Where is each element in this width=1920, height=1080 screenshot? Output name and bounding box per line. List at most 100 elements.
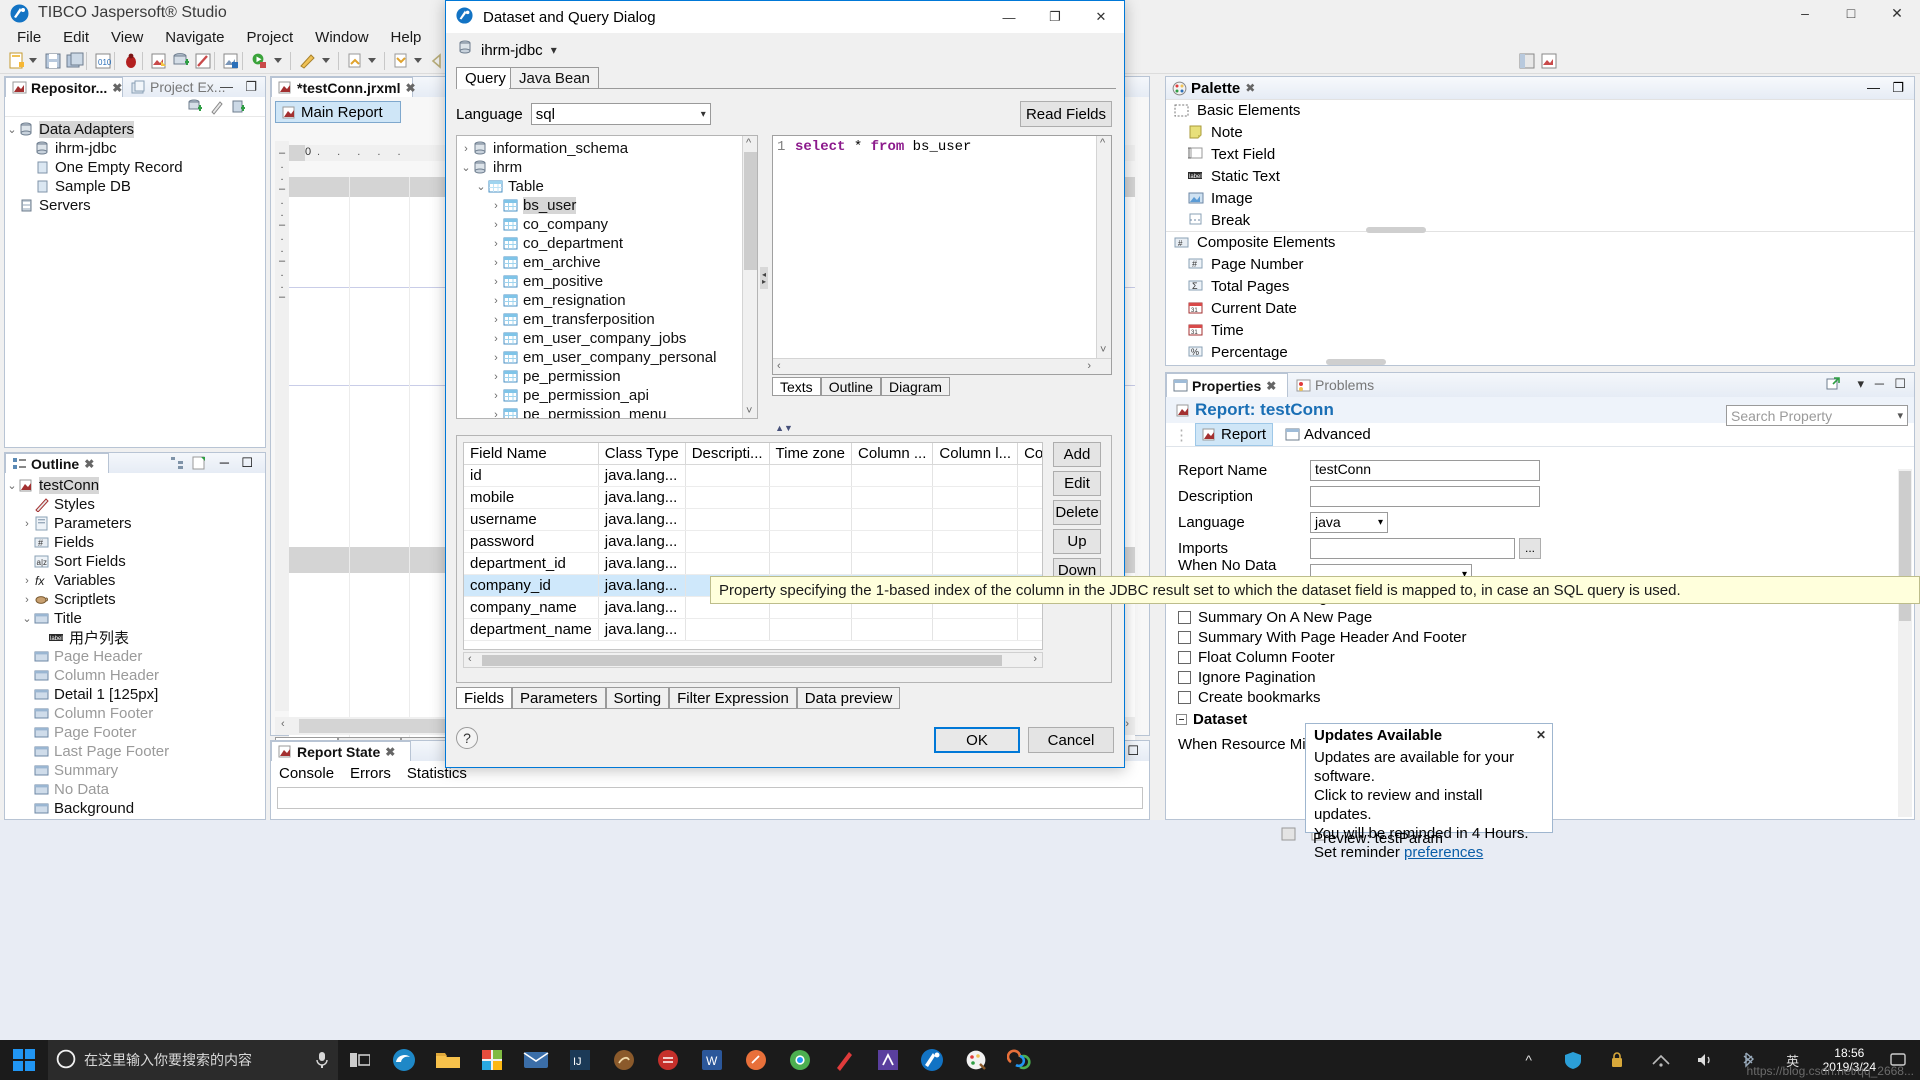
tree-node-co-department[interactable]: › co_department [459, 234, 757, 253]
menu-file[interactable]: File [6, 27, 52, 48]
scroll-left-icon[interactable]: ‹ [468, 653, 472, 665]
tree-node-information-schema[interactable]: › information_schema [459, 139, 757, 158]
palette-item-current-date[interactable]: 31 Current Date [1166, 297, 1914, 319]
add-button[interactable]: Add [1053, 442, 1101, 467]
column-header[interactable]: Class Type [598, 443, 686, 465]
chevron-down-icon[interactable]: ▾ [1897, 409, 1903, 422]
checkbox-box[interactable] [1178, 630, 1191, 644]
outline-tree[interactable]: ⌄ testConn Styles › Parameters # Fields a|z Sort… [5, 473, 265, 817]
collapse-icon[interactable] [1176, 713, 1187, 725]
maximize-view-button[interactable]: ❐ [1892, 80, 1904, 96]
twisty-icon[interactable]: ⌄ [459, 161, 473, 174]
inner-tab-advanced[interactable]: Advanced [1279, 424, 1377, 445]
save-icon[interactable] [44, 52, 62, 70]
palette-item-static-text[interactable]: label Static Text [1166, 165, 1914, 187]
scroll-right-icon[interactable]: › [1125, 718, 1129, 730]
minimize-button[interactable]: – [1782, 0, 1828, 26]
palette-scroll-handle-2[interactable] [1326, 359, 1386, 365]
tree-node-sample-db[interactable]: Sample DB [5, 177, 265, 196]
palette-item-percentage[interactable]: % Percentage [1166, 341, 1914, 363]
tab-filter-expression[interactable]: Filter Expression [669, 687, 797, 709]
search-input[interactable]: 在这里输入你要搜索的内容 [48, 1040, 338, 1080]
scroll-left-icon[interactable]: ‹ [777, 360, 781, 372]
tree-node-ihrm-jdbc[interactable]: ihrm-jdbc [5, 139, 265, 158]
tree-node-title[interactable]: ⌄ Title [5, 609, 265, 628]
palette-item-break[interactable]: Break [1166, 209, 1914, 231]
twisty-icon[interactable]: › [489, 333, 503, 345]
db-tree-panel[interactable]: › information_schema ⌄ ihrm ⌄ Table › bs_user › c… [456, 135, 758, 419]
tab-data-preview[interactable]: Data preview [796, 687, 901, 709]
cancel-button[interactable]: Cancel [1028, 727, 1114, 753]
back-arrow-icon[interactable] [428, 52, 446, 70]
shield-icon[interactable] [1551, 1040, 1595, 1080]
minimize-view-button[interactable]: — [220, 79, 233, 94]
palette-item-text-field[interactable]: Text Field [1166, 143, 1914, 165]
palette-item-time[interactable]: 31 Time [1166, 319, 1914, 341]
palette-category-composite-elements[interactable]: # Composite Elements [1166, 231, 1914, 253]
marker-icon[interactable] [298, 52, 316, 70]
menu-window[interactable]: Window [304, 27, 379, 48]
network-icon[interactable] [1639, 1040, 1683, 1080]
sql-hscrollbar[interactable]: ‹ › [773, 358, 1111, 374]
db-tree-vscrollbar[interactable]: ^ ˅ [742, 136, 757, 418]
tree-node-column-header[interactable]: Column Header [5, 666, 265, 685]
palette-scroll-handle[interactable] [1366, 227, 1426, 233]
twisty-icon[interactable]: ⌄ [474, 180, 488, 193]
tab-problems[interactable]: Problems [1290, 373, 1402, 397]
table-row[interactable]: idjava.lang...2 Pr [464, 464, 1042, 487]
twisty-icon[interactable]: › [20, 518, 34, 530]
checkbox-box[interactable] [1178, 690, 1191, 704]
column-header[interactable]: Column ... [851, 443, 934, 465]
close-button[interactable]: ✕ [1874, 0, 1920, 26]
edge-icon[interactable] [382, 1040, 426, 1080]
twisty-icon[interactable]: › [20, 575, 34, 587]
tree-node-em-resignation[interactable]: › em_resignation [459, 291, 757, 310]
mail-icon[interactable] [514, 1040, 558, 1080]
tree-node-detail-1-125px[interactable]: Detail 1 [125px] [5, 685, 265, 704]
checkbox-box[interactable] [1178, 610, 1191, 624]
debug-bug-icon[interactable] [122, 52, 140, 70]
tab-properties[interactable]: Properties ✖ [1166, 373, 1288, 397]
twisty-icon[interactable]: › [489, 409, 503, 419]
refresh-repository-icon[interactable] [231, 99, 247, 119]
store-icon[interactable] [470, 1040, 514, 1080]
file-explorer-icon[interactable] [426, 1040, 470, 1080]
compile-report-icon[interactable] [150, 52, 168, 70]
twisty-icon[interactable]: › [489, 371, 503, 383]
new-icon[interactable] [8, 52, 26, 70]
tree-node-column-footer[interactable]: Column Footer [5, 704, 265, 723]
jaspersoft-icon[interactable] [910, 1040, 954, 1080]
tree-node-em-transferposition[interactable]: › em_transferposition [459, 310, 757, 329]
close-icon[interactable]: ✕ [1536, 728, 1546, 742]
outline-hierarchy-icon[interactable] [170, 456, 185, 474]
tree-node-[interactable]: label 用户列表 [5, 628, 265, 647]
tree-node-parameters[interactable]: › Parameters [5, 514, 265, 533]
tree-node-one-empty-record[interactable]: One Empty Record [5, 158, 265, 177]
tree-node-bs-user[interactable]: › bs_user [459, 196, 757, 215]
twisty-icon[interactable]: › [489, 352, 503, 364]
column-header[interactable]: Descripti... [685, 443, 770, 465]
twisty-icon[interactable]: ⌄ [20, 612, 34, 625]
palette-item-note[interactable]: Note [1166, 121, 1914, 143]
tab-diagram[interactable]: Diagram [881, 377, 950, 396]
menu-project[interactable]: Project [235, 27, 304, 48]
tab-parameters[interactable]: Parameters [512, 687, 606, 709]
property-value[interactable] [1310, 485, 1540, 507]
ok-button[interactable]: OK [934, 727, 1020, 753]
help-icon[interactable]: ? [456, 727, 478, 749]
twisty-icon[interactable]: › [489, 276, 503, 288]
tab-repository[interactable]: Repositor... ✖ [5, 77, 123, 97]
close-icon[interactable]: ✖ [385, 745, 395, 759]
fields-table-hscrollbar[interactable]: ‹ › [463, 652, 1043, 668]
column-header[interactable]: Column i... [1017, 443, 1042, 465]
perspective-1-icon[interactable] [1518, 52, 1536, 70]
volume-icon[interactable] [1683, 1040, 1727, 1080]
maximize-view-button[interactable]: ☐ [1894, 376, 1906, 392]
tab-javabean[interactable]: Java Bean [510, 67, 599, 89]
navicat-icon[interactable] [602, 1040, 646, 1080]
main-report-chip[interactable]: Main Report [275, 101, 401, 123]
subtab-console[interactable]: Console [279, 765, 334, 782]
menu-help[interactable]: Help [380, 27, 433, 48]
twisty-icon[interactable]: › [489, 295, 503, 307]
sql-editor[interactable]: 1 select * from bs_user ^ ˅ ‹ › [772, 135, 1112, 375]
